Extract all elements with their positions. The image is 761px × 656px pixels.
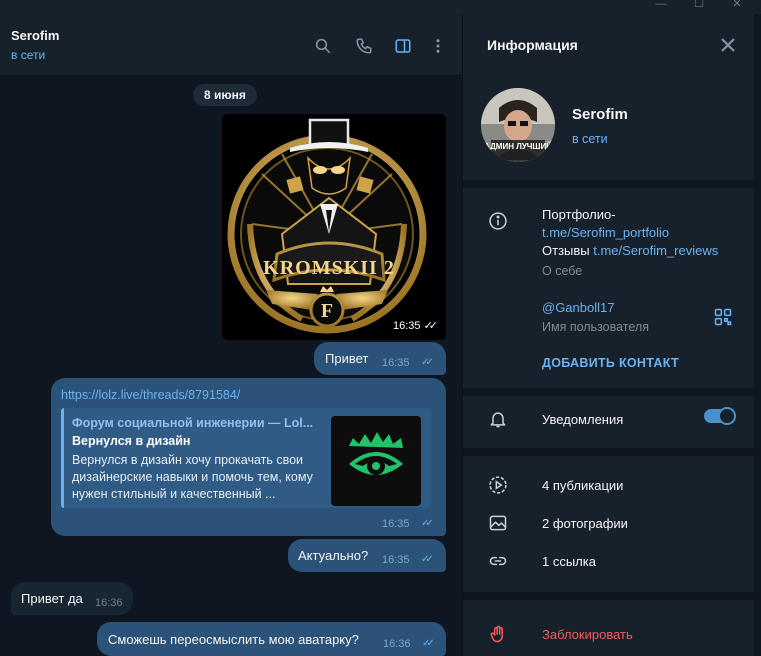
close-icon[interactable]: [719, 36, 737, 54]
block-user-button[interactable]: Заблокировать: [542, 627, 633, 642]
section-divider: [463, 180, 755, 188]
message-bubble-incoming[interactable]: Привет да 16:36: [11, 582, 133, 615]
message-text: Привет да: [21, 591, 83, 606]
eye-logo-image: [349, 432, 403, 475]
link-preview[interactable]: Форум социальной инженерии — Lol... Верн…: [61, 408, 431, 508]
message-bubble-outgoing[interactable]: Привет 16:35 ✓✓: [314, 342, 446, 375]
info-icon: [487, 210, 509, 232]
profile-info-panel: Информация АДМИН ЛУЧШИЙ Serofim в сети П…: [462, 14, 755, 656]
publications-icon: [487, 474, 509, 496]
read-checks-icon: ✓✓: [421, 554, 434, 565]
avatar-caption: АДМИН ЛУЧШИЙ: [484, 142, 552, 151]
message-text: Сможешь переосмыслить мою аватарку?: [108, 632, 359, 647]
chat-title[interactable]: Serofim: [11, 28, 59, 43]
message-time: 16:35: [382, 357, 410, 369]
background-window-edge: [754, 14, 761, 656]
chat-panel: Serofim в сети 8 июня KROMSKII 2 F 16:35…: [0, 14, 462, 656]
svg-text:KROMSKII 2: KROMSKII 2: [263, 257, 395, 279]
bio-line1: Портфолио-: [542, 207, 616, 222]
bio-line2: Отзывы: [542, 243, 590, 258]
photo-icon: [487, 512, 509, 534]
message-bubble-outgoing[interactable]: Сможешь переосмыслить мою аватарку? 16:3…: [97, 622, 446, 656]
profile-name: Serofim: [572, 106, 628, 123]
window-titlebar: — ☐ ✕: [0, 0, 761, 14]
message-link[interactable]: https://lolz.live/threads/8791584/: [61, 388, 240, 402]
qr-code-icon[interactable]: [712, 306, 734, 328]
chat-header[interactable]: Serofim в сети: [0, 14, 462, 76]
add-contact-button[interactable]: ДОБАВИТЬ КОНТАКТ: [542, 356, 679, 370]
message-time: 16:35: [382, 554, 410, 566]
profile-status: в сети: [572, 132, 608, 146]
avatar-image: АДМИН ЛУЧШИЙ: [481, 88, 555, 162]
username-label: Имя пользователя: [542, 320, 649, 334]
maximize-icon[interactable]: ☐: [681, 0, 717, 13]
message-time: 16:35: [382, 518, 410, 530]
minimize-icon[interactable]: —: [643, 0, 679, 13]
read-checks-icon: ✓✓: [421, 518, 434, 529]
search-icon[interactable]: [313, 36, 333, 56]
link-message-bubble[interactable]: https://lolz.live/threads/8791584/ Форум…: [51, 378, 446, 536]
more-vertical-icon[interactable]: [428, 36, 448, 56]
message-time: 16:36: [95, 597, 123, 609]
date-separator: 8 июня: [193, 84, 257, 106]
close-window-icon[interactable]: ✕: [719, 0, 755, 13]
info-header: Информация: [463, 14, 755, 76]
links-link[interactable]: 1 ссылка: [542, 554, 596, 569]
message-text: Привет: [325, 351, 369, 366]
link-icon: [487, 550, 509, 572]
message-text: Актуально?: [298, 548, 369, 563]
bell-icon: [487, 408, 509, 430]
kromskii-logo-image: KROMSKII 2 F: [222, 114, 446, 340]
link-preview-site: Форум социальной инженерии — Lol...: [72, 416, 314, 430]
photos-link[interactable]: 2 фотографии: [542, 516, 628, 531]
message-time: 16:35 ✓✓: [384, 316, 442, 336]
section-divider: [463, 448, 755, 456]
message-time: 16:36: [383, 638, 411, 650]
avatar[interactable]: АДМИН ЛУЧШИЙ: [481, 88, 555, 162]
read-checks-icon: ✓✓: [421, 357, 434, 368]
section-divider: [463, 592, 755, 600]
reviews-link[interactable]: t.me/Serofim_reviews: [593, 243, 718, 258]
read-checks-icon: ✓✓: [422, 638, 435, 649]
portfolio-link[interactable]: t.me/Serofim_portfolio: [542, 225, 669, 240]
telegram-window: — ☐ ✕ Serofim в сети 8 июня KROMSKII 2 F…: [0, 0, 761, 656]
publications-link[interactable]: 4 публикации: [542, 478, 623, 493]
bio-text: Портфолио- t.me/Serofim_portfolio Отзывы…: [542, 206, 742, 260]
info-title: Информация: [487, 37, 578, 53]
phone-icon[interactable]: [354, 36, 374, 56]
bio-label: О себе: [542, 264, 583, 278]
block-hand-icon: [487, 623, 509, 645]
username-link[interactable]: @Ganboll17: [542, 300, 614, 315]
link-preview-description: Вернулся в дизайн хочу прокачать свои ди…: [72, 453, 313, 501]
section-divider: [463, 388, 755, 396]
message-bubble-outgoing[interactable]: Актуально? 16:35 ✓✓: [288, 539, 446, 572]
link-preview-thumbnail: [331, 416, 421, 506]
notifications-toggle[interactable]: [704, 407, 736, 425]
link-preview-title: Вернулся в дизайн: [72, 434, 191, 448]
photo-message[interactable]: KROMSKII 2 F 16:35 ✓✓: [222, 114, 446, 340]
toggle-knob: [718, 407, 736, 425]
notifications-label: Уведомления: [542, 412, 624, 427]
chat-status: в сети: [11, 48, 46, 62]
svg-text:F: F: [321, 300, 333, 322]
sidebar-toggle-icon[interactable]: [393, 36, 413, 56]
